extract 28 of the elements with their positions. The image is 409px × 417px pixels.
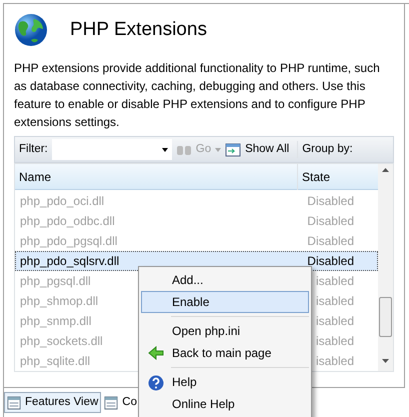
help-icon [148, 375, 164, 391]
left-arrow-icon [148, 346, 164, 360]
menu-item[interactable]: Open php.ini [141, 320, 309, 342]
view-tab[interactable]: Features View [4, 392, 102, 414]
binoculars-icon [176, 144, 192, 156]
column-header[interactable]: State [298, 168, 378, 186]
group-by-label: Group by: [297, 140, 353, 158]
description: PHP extensions provide additional functionality to PHP runtime, such as database connectivity, caching, debugging and others. Use this feature to enable or disable PHP extensions and to configure PHP extensions settings. [14, 60, 381, 131]
menu-item[interactable]: Online Help [141, 393, 309, 415]
globe-icon [14, 13, 48, 47]
menu-item[interactable]: Back to main page [141, 342, 309, 364]
page-title: PHP Extensions [70, 18, 207, 42]
window-icon [225, 142, 242, 156]
filter-label: Filter: [19, 142, 48, 157]
menu-item[interactable]: Help [141, 371, 309, 393]
view-tab[interactable]: Co [103, 393, 138, 412]
menu-item[interactable]: Enable [141, 291, 309, 313]
document-icon [104, 396, 118, 410]
show-all-button[interactable]: Show All [225, 140, 290, 158]
list-icon [7, 396, 21, 410]
scroll-up-icon[interactable] [382, 168, 389, 172]
column-header[interactable]: Name [15, 164, 298, 190]
scroll-thumb[interactable] [379, 297, 392, 337]
menu-item[interactable]: Add... [141, 269, 309, 291]
caret-icon [162, 148, 168, 152]
scrollbar[interactable] [378, 164, 393, 371]
dropdown-icon[interactable] [215, 148, 222, 152]
scroll-down-icon[interactable] [382, 359, 389, 363]
